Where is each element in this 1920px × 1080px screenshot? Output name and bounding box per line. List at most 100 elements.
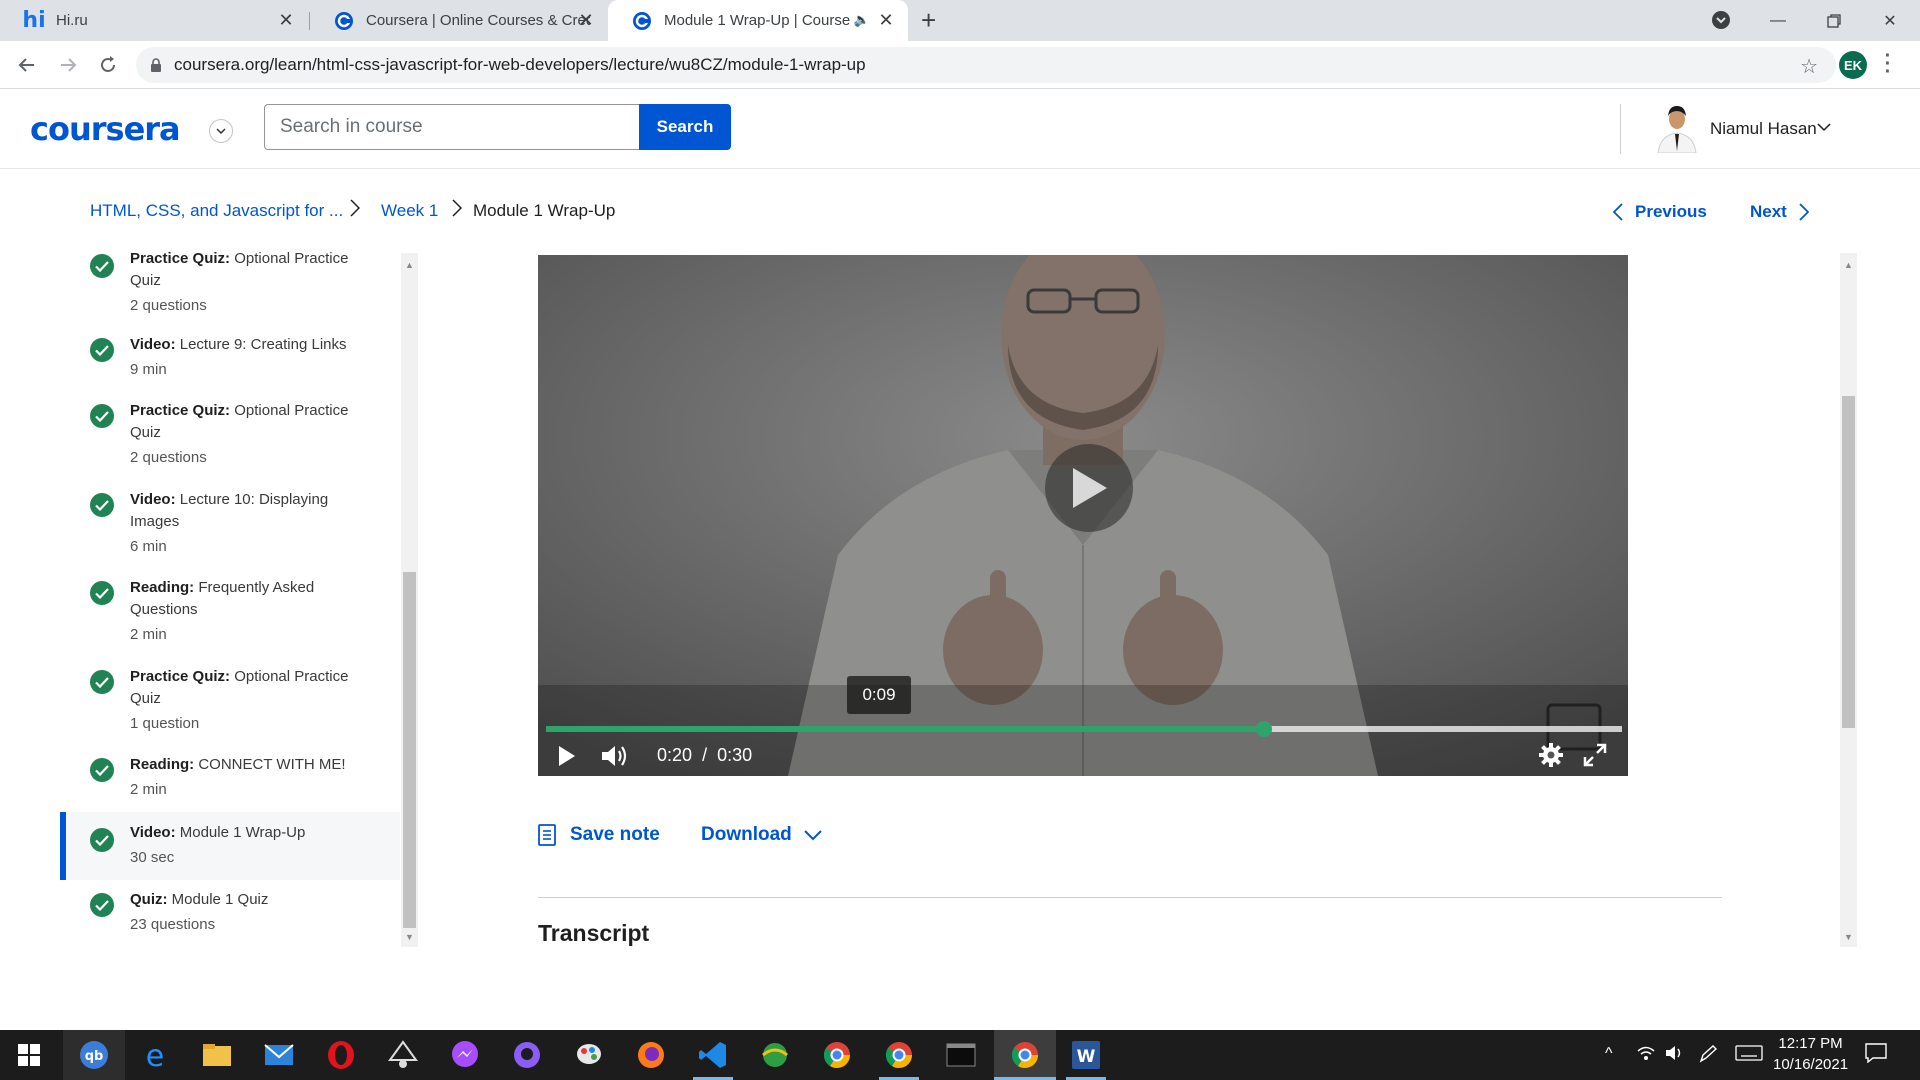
save-note-button[interactable]: Save note: [538, 824, 660, 846]
paint-icon[interactable]: [573, 1039, 605, 1071]
fullscreen-icon: [1583, 743, 1607, 767]
minimize-icon[interactable]: —: [1750, 0, 1806, 41]
show-hidden-icons-icon[interactable]: ^: [1605, 1045, 1613, 1063]
next-button[interactable]: Next: [1750, 202, 1809, 222]
user-name[interactable]: Niamul Hasan: [1710, 119, 1817, 139]
video-player[interactable]: 0:09 0:20 / 0:30: [538, 255, 1628, 776]
sidebar-item[interactable]: Reading: CONNECT WITH ME! 2 min: [60, 756, 400, 816]
scroll-down-icon[interactable]: ▼: [401, 932, 418, 942]
internet-download-icon[interactable]: [759, 1039, 791, 1071]
browser-tab-module-wrapup[interactable]: Module 1 Wrap-Up | Course 🔈 ✕: [608, 0, 908, 41]
tab-audio-icon[interactable]: 🔈: [854, 12, 870, 28]
download-button[interactable]: Download: [701, 824, 822, 846]
notifications-icon[interactable]: [1865, 1043, 1887, 1068]
sidebar-item[interactable]: Practice Quiz: Optional Practice Quiz 2 q…: [60, 402, 400, 480]
avatar[interactable]: [1654, 101, 1700, 154]
close-window-icon[interactable]: ✕: [1862, 0, 1918, 41]
time-display: 0:20 / 0:30: [657, 745, 752, 766]
browser-tab-bar: hi Hi.ru ✕ Coursera | Online Courses & C…: [0, 0, 1920, 41]
browser-menu-icon[interactable]: · · ·: [1884, 46, 1892, 82]
item-type: Reading:: [130, 579, 195, 596]
next-label: Next: [1750, 202, 1787, 221]
course-search-input[interactable]: Search in course: [264, 104, 640, 150]
messenger-icon[interactable]: [449, 1039, 481, 1071]
breadcrumb-course[interactable]: HTML, CSS, and Javascript for ...: [90, 201, 343, 221]
coursera-logo[interactable]: coursera: [30, 110, 181, 148]
firefox-icon[interactable]: [635, 1039, 667, 1071]
file-explorer-icon[interactable]: [201, 1039, 233, 1071]
bookmark-star-icon[interactable]: ☆: [1800, 54, 1818, 79]
browser-tab-coursera[interactable]: Coursera | Online Courses & Cred ✕: [310, 0, 608, 41]
pen-icon[interactable]: [1699, 1045, 1718, 1068]
chevron-down-icon[interactable]: [209, 119, 233, 143]
search-button[interactable]: Search: [639, 104, 731, 150]
sidebar-item[interactable]: Reading: Frequently Asked Questions 2 min: [60, 579, 400, 657]
keyboard-icon[interactable]: [1735, 1045, 1763, 1066]
item-title: Lecture 9: Creating Links: [179, 336, 347, 353]
progress-handle[interactable]: [1255, 721, 1272, 737]
browser-address-bar: coursera.org/learn/html-css-javascript-f…: [0, 41, 1920, 89]
completed-check-icon: [90, 828, 114, 852]
opera-icon[interactable]: [325, 1039, 357, 1071]
forward-arrow-icon[interactable]: [56, 53, 80, 77]
url-bar[interactable]: coursera.org/learn/html-css-javascript-f…: [136, 47, 1836, 83]
restore-icon[interactable]: [1806, 0, 1862, 41]
play-overlay-button[interactable]: [1045, 444, 1133, 532]
item-meta: 2 questions: [130, 449, 207, 466]
close-tab-icon[interactable]: ✕: [276, 10, 296, 30]
new-tab-icon[interactable]: +: [921, 7, 936, 33]
windows-start-icon[interactable]: [13, 1039, 45, 1071]
volume-button[interactable]: [600, 743, 628, 774]
sidebar-item[interactable]: Video: Lecture 9: Creating Links 9 min: [60, 336, 400, 396]
sidebar-item-active[interactable]: Video: Module 1 Wrap-Up 30 sec: [60, 812, 400, 880]
tab-title: Module 1 Wrap-Up | Course: [664, 12, 851, 29]
taskbar-clock[interactable]: 12:17 PM 10/16/2021: [1773, 1033, 1848, 1075]
completed-check-icon: [90, 581, 114, 605]
qbittorrent-icon[interactable]: qb: [78, 1039, 110, 1071]
close-tab-icon[interactable]: ✕: [576, 10, 596, 30]
clock-time: 12:17 PM: [1778, 1035, 1843, 1052]
item-type: Practice Quiz:: [130, 668, 231, 685]
chrome-icon[interactable]: [821, 1039, 853, 1071]
previous-button[interactable]: Previous: [1613, 202, 1707, 222]
gear-icon: [1539, 743, 1563, 767]
chrome-active-icon[interactable]: [1009, 1039, 1041, 1071]
chevron-down-icon: [804, 829, 822, 840]
coursera-favicon-icon: [334, 11, 354, 31]
scroll-up-icon[interactable]: ▲: [1840, 260, 1857, 270]
inkscape-icon[interactable]: [387, 1039, 419, 1071]
sidebar-scrollbar-thumb[interactable]: [403, 572, 416, 928]
breadcrumb-week[interactable]: Week 1: [381, 201, 438, 221]
sidebar-item[interactable]: Video: Lecture 10: Displaying Images 6 mi…: [60, 491, 400, 569]
speaker-icon[interactable]: [1665, 1045, 1685, 1066]
browser-tab-hiru[interactable]: hi Hi.ru ✕: [0, 0, 308, 41]
browser-profile-avatar[interactable]: EK: [1839, 51, 1867, 79]
hiru-favicon-icon: hi: [22, 8, 46, 33]
page-scrollbar-thumb[interactable]: [1842, 396, 1855, 728]
back-arrow-icon[interactable]: [15, 53, 39, 77]
edge-icon[interactable]: e: [139, 1039, 171, 1071]
settings-button[interactable]: [1538, 742, 1564, 773]
github-icon[interactable]: [511, 1039, 543, 1071]
lock-icon[interactable]: [150, 57, 162, 73]
scroll-up-icon[interactable]: ▲: [401, 260, 418, 270]
progress-bar[interactable]: [546, 721, 1622, 737]
item-title: Module 1 Wrap-Up: [179, 824, 306, 841]
play-button[interactable]: [558, 745, 576, 772]
chrome-profile-icon[interactable]: [883, 1039, 915, 1071]
network-icon[interactable]: [1636, 1045, 1656, 1066]
sidebar-item[interactable]: Practice Quiz: Optional Practice Quiz 1 q…: [60, 668, 400, 746]
tab-search-icon[interactable]: [1712, 11, 1730, 29]
word-icon[interactable]: W: [1070, 1039, 1102, 1071]
vscode-icon[interactable]: [697, 1039, 729, 1071]
close-tab-icon[interactable]: ✕: [876, 10, 896, 30]
site-header: coursera Search in course Search Niamul …: [0, 89, 1920, 169]
reload-icon[interactable]: [96, 53, 120, 77]
terminal-icon[interactable]: [945, 1039, 977, 1071]
mail-icon[interactable]: [263, 1039, 295, 1071]
chevron-down-icon[interactable]: [1817, 119, 1831, 135]
sidebar-item[interactable]: Practice Quiz: Optional Practice Quiz 2 q…: [60, 250, 400, 322]
scroll-down-icon[interactable]: ▼: [1840, 932, 1857, 942]
fullscreen-button[interactable]: [1582, 742, 1608, 773]
sidebar-item[interactable]: Quiz: Module 1 Quiz 23 questions: [60, 891, 400, 950]
